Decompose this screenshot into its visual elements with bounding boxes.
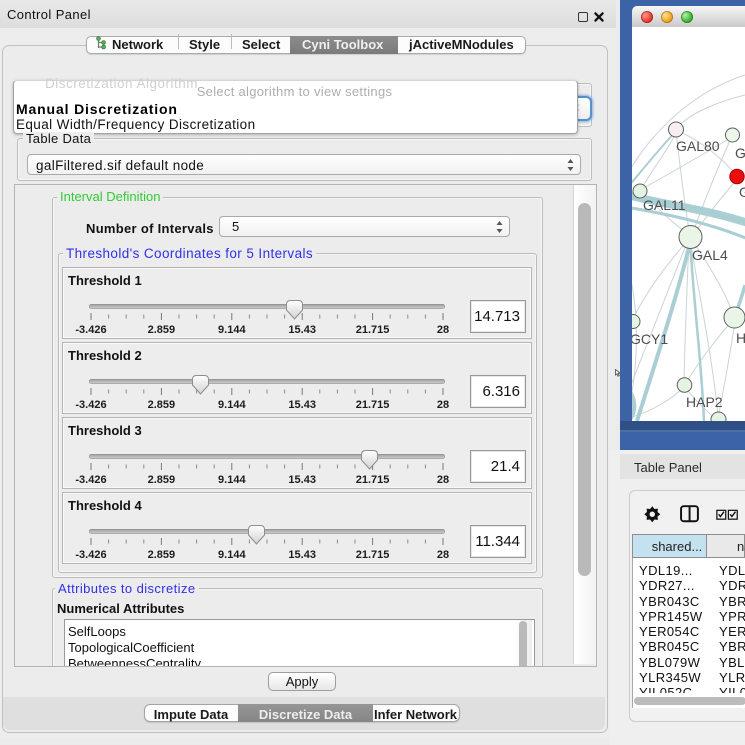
svg-text:HAP2: HAP2 xyxy=(686,394,723,410)
svg-text:GAL11: GAL11 xyxy=(643,197,686,213)
svg-text:GA: GA xyxy=(735,145,745,161)
svg-text:H: H xyxy=(736,330,745,346)
svg-text:GAL80: GAL80 xyxy=(676,138,720,154)
svg-text:GAL4: GAL4 xyxy=(692,247,728,263)
svg-text:GCY1: GCY1 xyxy=(632,331,668,347)
svg-text:G: G xyxy=(739,184,745,200)
